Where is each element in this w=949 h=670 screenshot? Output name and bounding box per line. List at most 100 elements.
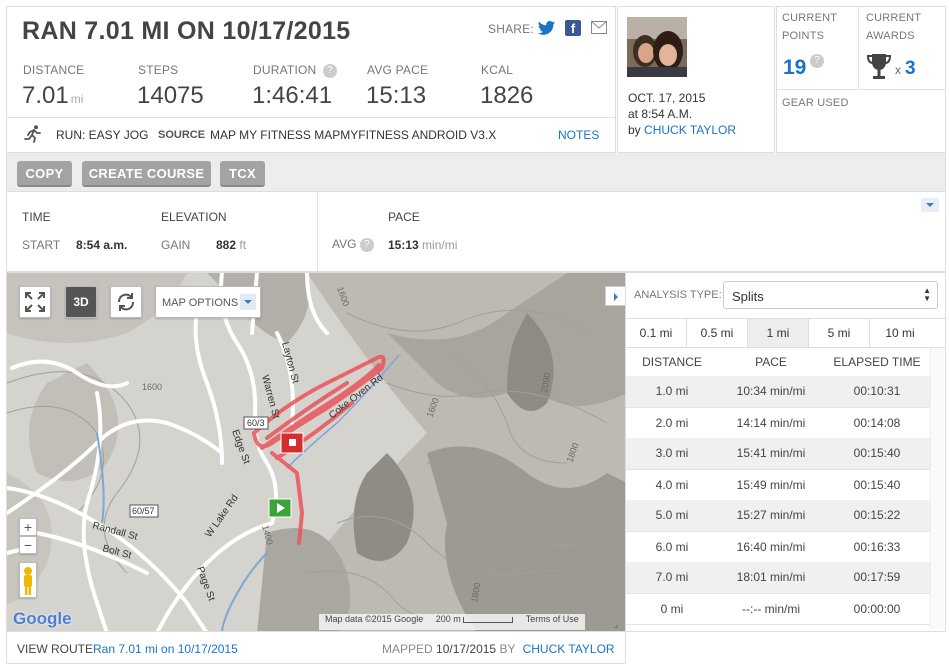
elevation-title: ELEVATION [161, 210, 227, 224]
facebook-share-icon[interactable]: f [565, 20, 581, 36]
route-map[interactable]: Layton St Warren St Edge St Coke Oven Rd… [6, 272, 626, 632]
mapped-label: MAPPED [382, 642, 433, 656]
split-pace: 15:27 min/mi [736, 508, 806, 523]
avg-pace-unit: min/mi [422, 238, 458, 252]
points-help-icon[interactable]: ? [810, 54, 824, 68]
map-scale-label: 200 m [435, 614, 461, 624]
points-value[interactable]: 19 [783, 56, 806, 80]
mapped-date: 10/17/2015 [436, 642, 497, 656]
gear-divider [777, 89, 945, 90]
expand-summary-icon[interactable] [921, 198, 939, 212]
notes-link[interactable]: NOTES [558, 128, 599, 142]
split-elapsed: 00:15:40 [853, 477, 901, 492]
points-label-2: POINTS [782, 30, 825, 42]
source-value: MAP MY FITNESS MAPMYFITNESS ANDROID V3.X [210, 128, 497, 142]
steps-label: STEPS [138, 63, 179, 77]
column-distance: DISTANCE [642, 355, 702, 369]
awards-label-1: CURRENT [866, 12, 922, 24]
trophy-icon [866, 52, 892, 82]
split-distance: 4.0 mi [655, 477, 689, 492]
steps-value: 14075 [137, 82, 204, 109]
terms-of-use-link[interactable]: Terms of Use [520, 614, 585, 624]
tcx-button[interactable]: TCX [220, 161, 265, 187]
gain-label: GAIN [161, 238, 191, 252]
start-value: 8:54 a.m. [76, 238, 128, 252]
awards-label-2: AWARDS [866, 30, 915, 42]
distance-value: 7.01 mi [22, 82, 83, 110]
workout-author: by CHUCK TAYLOR [628, 123, 736, 137]
gain-unit: ft [239, 238, 247, 252]
points-awards-divider [858, 7, 859, 89]
street-view-pegman-icon[interactable] [19, 562, 37, 598]
split-distance: 0 mi [660, 601, 684, 616]
avatar[interactable] [627, 17, 687, 77]
split-distance: 3.0 mi [655, 446, 689, 461]
analysis-type-select[interactable]: Splits ▲ ▼ [723, 281, 938, 309]
distance-unit: mi [70, 92, 84, 106]
avg-pace-help-icon[interactable]: ? [359, 237, 374, 252]
time-title: TIME [22, 210, 51, 224]
avg-pace-summary: 15:13 min/mi [388, 238, 457, 252]
view-route-link[interactable]: Ran 7.01 mi on 10/17/2015 [93, 642, 238, 656]
mapped-by-link[interactable]: CHUCK TAYLOR [523, 642, 615, 656]
split-distance: 7.0 mi [655, 570, 689, 585]
table-row: 7.0 mi 18:01 min/mi 00:17:59 [626, 562, 930, 593]
fullscreen-button[interactable] [19, 286, 51, 318]
split-elapsed: 00:16:33 [853, 539, 901, 554]
tab-10-mi[interactable]: 10 mi [870, 319, 930, 347]
analysis-type-label: ANALYSIS TYPE: [634, 289, 722, 301]
workout-date: OCT. 17, 2015 [628, 91, 706, 105]
split-elapsed: 00:15:22 [853, 508, 901, 523]
table-row: 0 mi --:-- min/mi 00:00:00 [626, 593, 930, 624]
copy-button[interactable]: COPY [17, 161, 72, 187]
rotate-button[interactable] [110, 286, 142, 318]
split-distance: 5.0 mi [655, 508, 689, 523]
tab-5-mi[interactable]: 5 mi [809, 319, 870, 347]
fullscreen-icon [25, 292, 45, 312]
map-resize-handle[interactable]: ⌟ [614, 619, 624, 629]
zoom-in-button[interactable]: + [19, 518, 37, 536]
splits-scrollbar[interactable] [930, 348, 944, 628]
source-label: SOURCE [158, 129, 206, 141]
twitter-share-icon[interactable] [538, 20, 556, 36]
create-course-button[interactable]: CREATE COURSE [82, 161, 211, 187]
awards-value[interactable]: 3 [905, 58, 916, 80]
kcal-value: 1826 [480, 82, 534, 109]
pace-title: PACE [388, 210, 420, 224]
by-label: by [628, 123, 641, 137]
split-pace: 18:01 min/mi [736, 570, 806, 585]
table-row: 4.0 mi 15:49 min/mi 00:15:40 [626, 469, 930, 500]
map-attribution: Map data ©2015 Google [325, 614, 424, 624]
email-share-icon[interactable] [591, 21, 607, 34]
duration-value: 1:46:41 [252, 82, 333, 109]
points-label-1: CURRENT [782, 12, 838, 24]
duration-help-icon[interactable]: ? [322, 63, 337, 78]
chevron-right-icon [614, 293, 618, 301]
tab-0-1-mi[interactable]: 0.1 mi [626, 319, 687, 347]
view-route-label: VIEW ROUTE [17, 642, 94, 656]
contour-label-1600a: 1600 [142, 382, 162, 392]
gear-used-label: GEAR USED [782, 97, 849, 109]
tab-0-5-mi[interactable]: 0.5 mi [687, 319, 748, 347]
split-distance: 6.0 mi [655, 539, 689, 554]
split-pace: --:-- min/mi [742, 601, 800, 616]
map-scale: 200 m [432, 614, 520, 624]
route-shield-60-3-text: 60/3 [247, 418, 265, 428]
activity-divider [7, 117, 615, 118]
avg-pace-number: 15:13 [388, 238, 419, 252]
column-pace: PACE [755, 355, 787, 369]
start-label: START [22, 238, 61, 252]
avg-pace-value: 15:13 [366, 82, 427, 109]
author-link[interactable]: CHUCK TAYLOR [644, 123, 736, 137]
3d-button[interactable]: 3D [65, 286, 97, 318]
workout-time: at 8:54 A.M. [628, 107, 693, 121]
tab-1-mi[interactable]: 1 mi [748, 319, 809, 347]
zoom-out-button[interactable]: − [19, 536, 37, 554]
collapse-panel-button[interactable] [605, 286, 625, 306]
map-options-button[interactable]: MAP OPTIONS [155, 286, 261, 318]
table-row: 1.0 mi 10:34 min/mi 00:10:31 [626, 376, 930, 407]
analysis-type-selected: Splits [732, 289, 764, 304]
summary-panel [6, 192, 946, 272]
duration-label: DURATION ? [253, 63, 337, 78]
split-pace: 15:49 min/mi [736, 477, 806, 492]
